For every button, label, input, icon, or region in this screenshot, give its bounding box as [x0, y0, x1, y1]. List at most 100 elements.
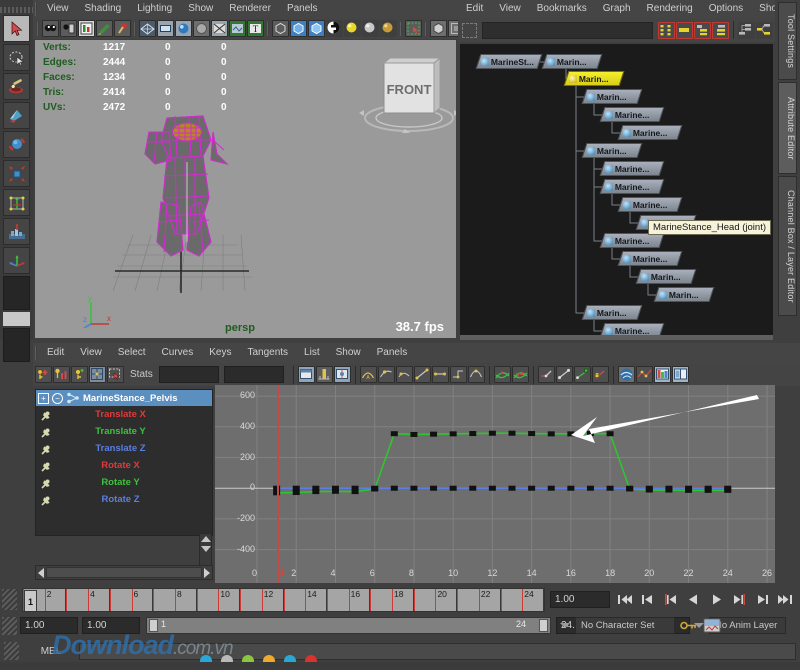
channel-pin-icon[interactable]	[40, 409, 51, 420]
keyframe-marker[interactable]	[430, 486, 437, 491]
add-keys-icon[interactable]	[35, 366, 52, 383]
clamped-tangent-icon[interactable]	[396, 366, 413, 383]
graph-menu-edit[interactable]: Edit	[39, 344, 72, 362]
normalized-curves-icon[interactable]	[654, 366, 671, 383]
graph-menu-curves[interactable]: Curves	[154, 344, 202, 362]
input-connections-icon[interactable]	[694, 22, 711, 39]
channel-pin-icon[interactable]	[40, 426, 51, 437]
insert-keys-icon[interactable]	[53, 366, 70, 383]
mel-command-input[interactable]	[79, 643, 796, 660]
hypergraph-node[interactable]: Marine...	[600, 233, 665, 248]
channel-row[interactable]: Rotate X	[36, 457, 212, 474]
collapse-all-icon[interactable]: −	[52, 393, 63, 404]
keyframe-marker[interactable]	[724, 486, 731, 491]
keyframe-marker[interactable]	[509, 486, 516, 491]
texture-icon[interactable]	[229, 20, 246, 37]
graph-playhead[interactable]	[277, 385, 279, 583]
last-tool-used-button[interactable]	[3, 247, 30, 274]
all-lights-icon[interactable]	[362, 20, 379, 37]
viewport-canvas[interactable]: Verts: 1217 0 0 Edges: 2444 0 0 Faces: 1…	[35, 40, 456, 338]
region-keys-icon[interactable]	[107, 366, 124, 383]
free-tangent-weight-icon[interactable]	[574, 366, 591, 383]
timeline-track[interactable]: 24681012141618202224 1	[22, 588, 545, 612]
bookmark-icon[interactable]	[114, 20, 131, 37]
keyframe-marker[interactable]	[665, 486, 672, 491]
hypergraph-menu-rendering[interactable]: Rendering	[639, 0, 701, 18]
keyframe-marker[interactable]	[548, 486, 555, 491]
paint-select-tool-button[interactable]	[3, 73, 30, 100]
lasso-tool-button[interactable]	[3, 44, 30, 71]
hypergraph-node[interactable]: Marine...	[618, 197, 683, 212]
open-graph-editor-icon[interactable]	[618, 366, 635, 383]
flat-tangent-icon[interactable]	[432, 366, 449, 383]
hscroll-thumb[interactable]	[46, 567, 202, 578]
menubar-grip[interactable]	[33, 1, 39, 17]
channel-pin-icon[interactable]	[40, 460, 51, 471]
lattice-deform-keys-icon[interactable]	[89, 366, 106, 383]
hypergraph-menu-graph[interactable]: Graph	[595, 0, 639, 18]
keyframe-marker[interactable]	[567, 486, 574, 491]
hypergraph-menu-view[interactable]: View	[491, 0, 529, 18]
move-tool-button[interactable]	[3, 102, 30, 129]
keyframe-marker[interactable]	[685, 486, 692, 491]
viewport-menu-view[interactable]: View	[39, 0, 77, 18]
tab-tool-settings[interactable]: Tool Settings	[778, 2, 797, 80]
freeform-layout-icon[interactable]	[738, 22, 755, 39]
viewport-menu-panels[interactable]: Panels	[279, 0, 326, 18]
shadows-icon[interactable]	[380, 20, 397, 37]
graph-menu-panels[interactable]: Panels	[369, 344, 416, 362]
character-mesh[interactable]	[131, 102, 251, 267]
keyframe-marker[interactable]	[312, 486, 319, 491]
channel-pin-icon[interactable]	[40, 443, 51, 454]
add-inbetween-icon[interactable]	[71, 366, 88, 383]
hypergraph-node[interactable]: Marine...	[600, 107, 665, 122]
viewport-menu-show[interactable]: Show	[180, 0, 221, 18]
hypergraph-search-input[interactable]	[482, 22, 653, 39]
graph-editor-grip[interactable]	[33, 345, 39, 361]
channel-object-header[interactable]: + − MarineStance_Pelvis	[36, 390, 212, 406]
select-camera-icon[interactable]	[42, 20, 59, 37]
soft-modification-tool-button[interactable]	[3, 218, 30, 245]
hypergraph-selection-icon[interactable]	[462, 23, 477, 38]
hypergraph-menu-bookmarks[interactable]: Bookmarks	[529, 0, 595, 18]
keyframe-marker[interactable]	[371, 486, 378, 491]
range-bar-start-handle[interactable]	[149, 619, 158, 632]
range-row-grip[interactable]	[2, 617, 17, 635]
character-set-caret-icon[interactable]	[560, 623, 570, 628]
hypergraph-node[interactable]: Marine...	[600, 179, 665, 194]
keyframe-marker[interactable]	[391, 486, 398, 491]
channel-pin-icon[interactable]	[40, 477, 51, 488]
expand-all-icon[interactable]: +	[38, 393, 49, 404]
range-slider-bar[interactable]: 1 24	[146, 617, 551, 634]
keyframe-marker[interactable]	[489, 486, 496, 491]
play-backwards-icon[interactable]	[684, 590, 703, 609]
hypergraph-node[interactable]: Marin...	[636, 269, 697, 284]
animation-start-time-field[interactable]: 1.00	[20, 617, 78, 634]
viewport-toolbar-grip[interactable]	[35, 21, 41, 37]
grid-icon[interactable]	[78, 20, 95, 37]
stats-field-1[interactable]	[159, 366, 219, 383]
scroll-left-arrow-icon[interactable]	[38, 568, 44, 578]
xray-joints-icon[interactable]	[290, 20, 307, 37]
graph-menu-tangents[interactable]: Tangents	[239, 344, 296, 362]
output-connections-icon[interactable]	[712, 22, 729, 39]
hypergraph-node[interactable]: Marin...	[582, 89, 643, 104]
auto-layout-icon[interactable]	[756, 22, 773, 39]
wireframe-on-shaded-icon[interactable]	[211, 20, 228, 37]
hypergraph-node[interactable]: Marin...	[654, 287, 715, 302]
universal-manipulator-button[interactable]	[3, 189, 30, 216]
animation-preferences-icon[interactable]	[703, 618, 721, 633]
viewport-menu-shading[interactable]: Shading	[77, 0, 130, 18]
keyframe-marker[interactable]	[509, 431, 516, 436]
rotate-tool-button[interactable]	[3, 131, 30, 158]
auto-key-icon[interactable]	[680, 618, 698, 633]
scale-tool-button[interactable]	[3, 160, 30, 187]
swap-buffer-curve-icon[interactable]	[512, 366, 529, 383]
channel-row[interactable]: Rotate Z	[36, 491, 212, 508]
keyframe-marker[interactable]	[528, 486, 535, 491]
hypergraph-node[interactable]: Marine...	[600, 161, 665, 176]
play-forwards-icon[interactable]	[707, 590, 726, 609]
paint-icon[interactable]	[96, 20, 113, 37]
keyframe-marker[interactable]	[469, 486, 476, 491]
go-to-end-icon[interactable]	[776, 590, 795, 609]
